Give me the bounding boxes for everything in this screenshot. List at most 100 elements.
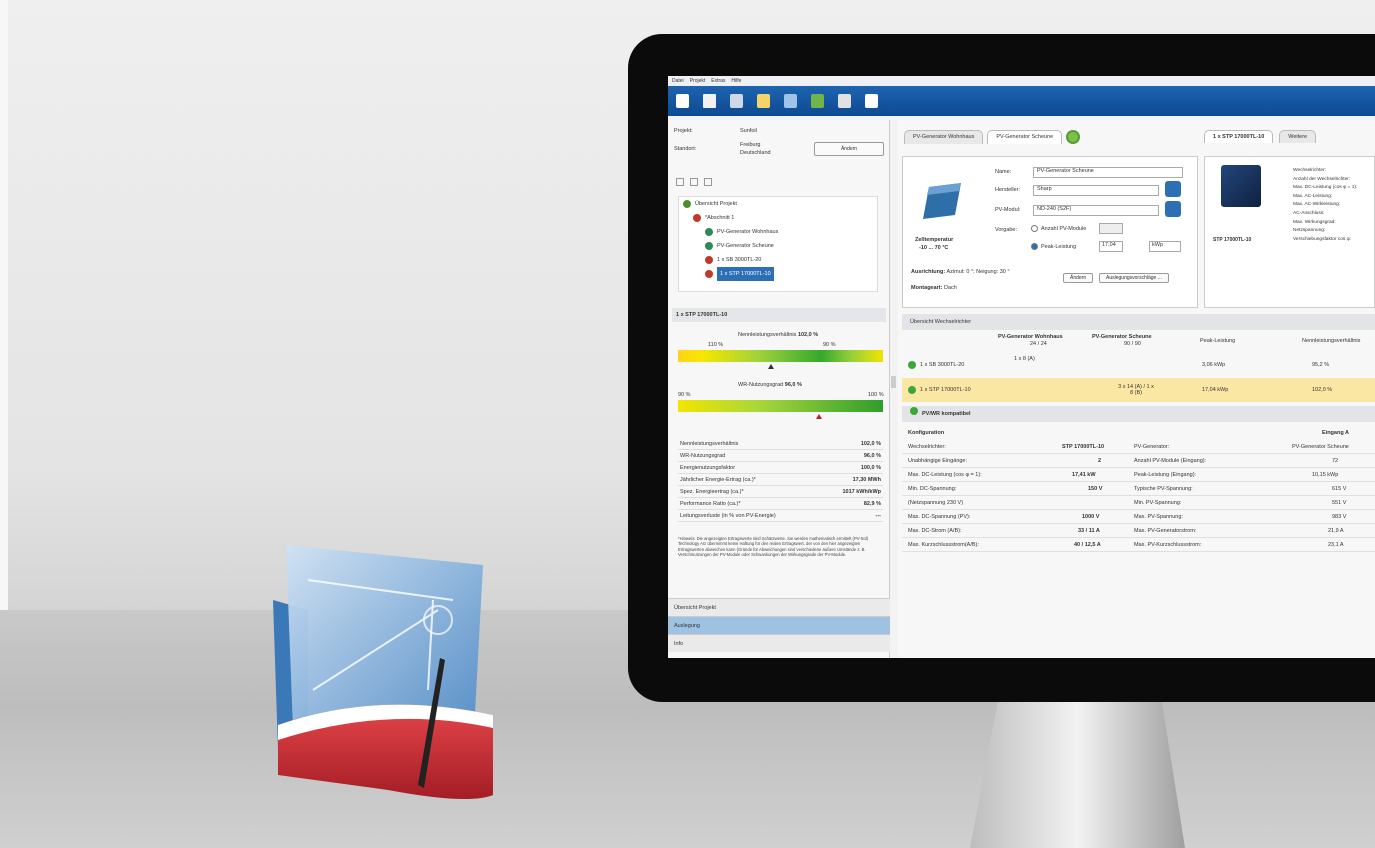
peak-unit-select[interactable]: kWp (1149, 241, 1181, 252)
home-icon[interactable] (757, 94, 770, 108)
new-file-icon[interactable] (676, 94, 689, 108)
count-label: Anzahl PV-Module (1041, 226, 1087, 232)
tree-item-generator-house[interactable]: PV-Generator Wohnhaus (679, 225, 877, 239)
project-value: Sunfoil (740, 128, 757, 134)
design-panel: PV-Generator Wohnhaus PV-Generator Scheu… (898, 120, 1375, 658)
copy-icon[interactable] (704, 178, 712, 186)
tree-toolbar (676, 178, 712, 186)
toolbar (668, 86, 1375, 116)
footnote: *Hinweis: Die angezeigten Ertragswerte s… (678, 536, 869, 558)
open-folder-icon[interactable] (703, 94, 716, 108)
project-panel: Projekt: Sunfoil Standort: Freiburg Deut… (668, 120, 890, 658)
orientation-row: Ausrichtung: Azimut: 0 °; Neigung: 30 ° (911, 269, 1010, 275)
col-generator-house: PV-Generator Wohnhaus (998, 334, 1063, 340)
peak-radio[interactable] (1031, 243, 1038, 250)
util-marker (816, 414, 822, 419)
accordion-info[interactable]: Info (668, 634, 890, 652)
inverter-icon (705, 270, 713, 278)
location-label: Standort: (674, 146, 697, 152)
accordion-design[interactable]: Auslegung (668, 616, 890, 634)
name-field[interactable]: PV-Generator Scheune (1033, 167, 1183, 178)
document-icon[interactable] (865, 94, 878, 108)
print-icon[interactable] (838, 94, 851, 108)
config-row: Unabhängige Eingänge: 2 Anzahl PV-Module (… (902, 454, 1375, 468)
result-row: Energienutzungsfaktor 100,0 % (678, 462, 883, 474)
result-row: WR-Nutzungsgrad 96,0 % (678, 450, 883, 462)
save-icon[interactable] (730, 94, 743, 108)
ok-icon (908, 361, 916, 369)
inverter-tabs: 1 x STP 17000TL-10 Weitere (1204, 130, 1317, 143)
menu-extras[interactable]: Extras (711, 78, 725, 84)
tab-generator-barn[interactable]: PV-Generator Scheune (987, 130, 1063, 144)
info-icon[interactable] (1165, 201, 1181, 217)
config-row: (Netzspannung 230 V) Min. PV-Spannung: 551… (902, 496, 1375, 510)
report-icon[interactable] (784, 94, 797, 108)
overview-row[interactable]: 1 x SB 3000TL-20 1 x 8 (A) 3,06 kWp 95,2… (902, 354, 1375, 376)
config-header: Konfiguration Eingang A (908, 430, 1349, 436)
tab-more[interactable]: Weitere (1279, 130, 1317, 143)
count-field[interactable] (1099, 223, 1123, 234)
module-select[interactable]: ND-240 (S2F) (1033, 205, 1159, 216)
change-location-button[interactable]: Ändern (814, 142, 884, 156)
module-label: PV-Modul: (995, 207, 1021, 213)
menu-file[interactable]: Datei (672, 78, 684, 84)
input-label: Vorgabe: (995, 227, 1018, 233)
config-row: Max. DC-Strom (A/B): 33 / 11 A Max. PV-Gen… (902, 524, 1375, 538)
inverter-overview-header[interactable]: Übersicht Wechselrichter (902, 314, 1375, 330)
cell-temp-value: -10 ... 70 °C (919, 245, 949, 251)
count-radio[interactable] (1031, 225, 1038, 232)
detail-title: 1 x STP 17000TL-10 (672, 308, 886, 322)
overview-columns: PV-Generator Wohnhaus 24 / 24 PV-Generat… (998, 334, 1361, 347)
result-row: Performance Ratio (ca.)* 82,9 % (678, 498, 883, 510)
result-row: Leitungsverluste (in % von PV-Energie) --… (678, 510, 883, 522)
util-min: 90 % (678, 392, 691, 398)
inverter-summary: STP 17000TL-10 Wechselrichter: Anzahl de… (1204, 156, 1375, 308)
col-peak: Peak-Leistung (1200, 338, 1236, 344)
splitter-handle[interactable] (891, 376, 896, 388)
section-icon (693, 214, 701, 222)
tree-item-section[interactable]: *Abschnitt 1 (679, 211, 877, 225)
tools-icon[interactable] (811, 94, 824, 108)
solar-module-image (923, 183, 961, 219)
ratio-heading: Nennleistungsverhältnis 102,0 % (738, 332, 819, 338)
search-icon[interactable] (1165, 181, 1181, 197)
tree-item-generator-barn[interactable]: PV-Generator Scheune (679, 239, 877, 253)
accordion-overview[interactable]: Übersicht Projekt (668, 598, 890, 616)
tree-item-inverter-1[interactable]: 1 x SB 3000TL-20 (679, 253, 877, 267)
sunny-design-app-window: Datei Projekt Extras Hilfe Projekt: Sunf… (668, 76, 1375, 658)
tab-generator-house[interactable]: PV-Generator Wohnhaus (904, 130, 984, 144)
inverter-image (1221, 165, 1261, 207)
tab-inverter[interactable]: 1 x STP 17000TL-10 (1204, 130, 1274, 143)
peak-field[interactable]: 17,04 (1099, 241, 1123, 252)
config-row: Max. DC-Leistung (cos φ = 1): 17,41 kW Pea… (902, 468, 1375, 482)
cell-temp-label: Zelltemperatur (915, 237, 954, 243)
menu-bar: Datei Projekt Extras Hilfe (668, 76, 1375, 86)
mount-row: Montageart: Dach (911, 285, 957, 291)
manufacturer-label: Hersteller: (995, 187, 1021, 193)
inverter-icon (705, 256, 713, 264)
tree-item-inverter-2[interactable]: 1 x STP 17000TL-10 (679, 267, 877, 281)
config-row: Max. DC-Spannung (PV): 1000 V Max. PV-Span… (902, 510, 1375, 524)
manufacturer-select[interactable]: Sharp (1033, 185, 1159, 196)
result-row: Nennleistungsverhältnis 102,0 % (678, 438, 883, 450)
menu-help[interactable]: Hilfe (731, 78, 741, 84)
project-tree: Übersicht Projekt *Abschnitt 1 PV-Genera… (678, 196, 878, 292)
tree-item-overview[interactable]: Übersicht Projekt (679, 197, 877, 211)
overview-row-selected[interactable]: 1 x STP 17000TL-10 3 x 14 (A) / 1 x 8 (B… (902, 378, 1375, 402)
add-icon[interactable] (690, 178, 698, 186)
result-row: Jährlicher Energie-Ertrag (ca.)* 17,30 MW… (678, 474, 883, 486)
project-label: Projekt: (674, 128, 693, 134)
config-row: Min. DC-Spannung: 150 V Typische PV-Spannu… (902, 482, 1375, 496)
compatibility-header[interactable]: PV/WR kompatibel (902, 406, 1375, 422)
sunny-design-product-icon (273, 545, 493, 799)
change-orientation-button[interactable]: Ändern (1063, 273, 1094, 283)
add-tab-icon[interactable] (1066, 130, 1081, 144)
ok-icon (908, 386, 916, 394)
generator-editor: Zelltemperatur -10 ... 70 °C Name: PV-Ge… (902, 156, 1198, 308)
ratio-gauge (678, 350, 883, 362)
filter-icon[interactable] (676, 178, 684, 186)
col-generator-barn: PV-Generator Scheune (1092, 334, 1152, 340)
menu-project[interactable]: Projekt (690, 78, 706, 84)
ratio-min: 110 % (708, 342, 724, 348)
design-suggestions-button[interactable]: Auslegungsvorschläge ... (1099, 273, 1169, 283)
